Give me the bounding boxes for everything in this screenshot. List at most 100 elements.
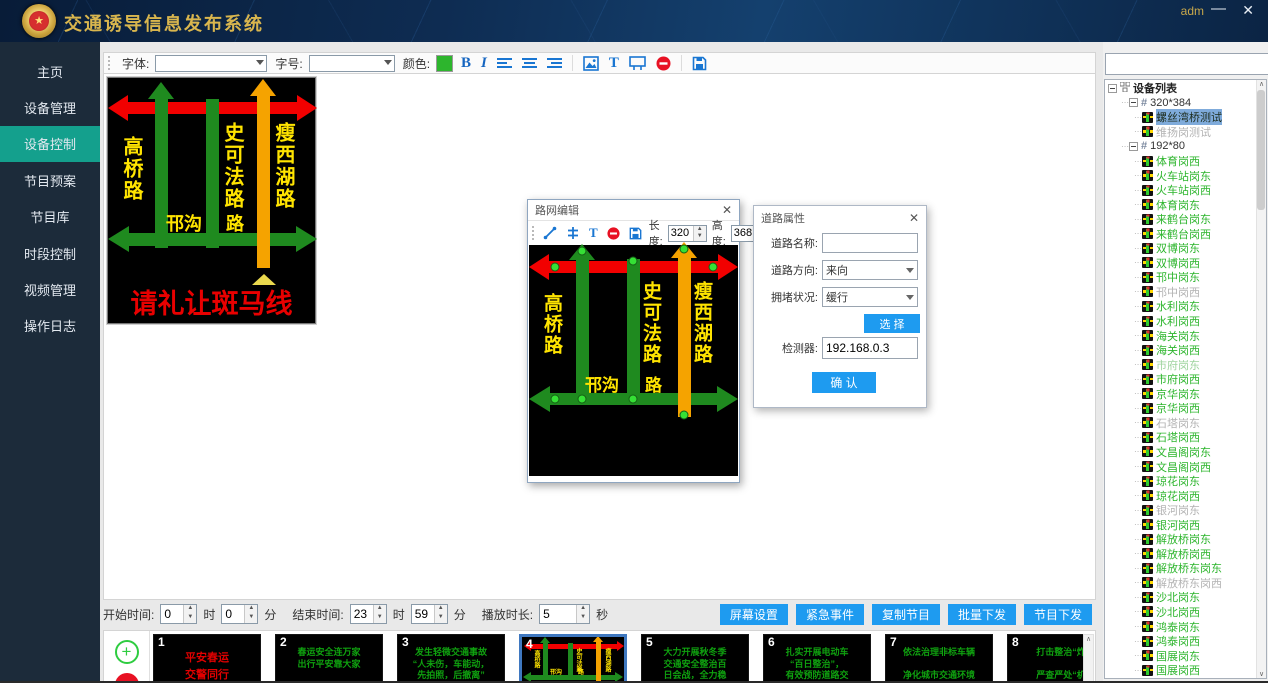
tree-leaf-row[interactable]: ⋯鸿泰岗东 bbox=[1105, 619, 1257, 634]
tree-leaf-row[interactable]: ⋯国展岗西 bbox=[1105, 663, 1257, 678]
playlist-item[interactable]: 4 高桥路 史可法路 瘦西湖路 邗沟 路 请礼让斑马线 bbox=[519, 634, 627, 683]
collapse-icon[interactable] bbox=[1129, 142, 1138, 151]
tree-leaf-row[interactable]: ⋯文昌阁岗西 bbox=[1105, 459, 1257, 474]
tree-leaf-row[interactable]: ⋯来鹤台岗东 bbox=[1105, 212, 1257, 227]
tree-leaf-row[interactable]: ⋯解放桥岗西 bbox=[1105, 547, 1257, 562]
road-direction-select[interactable]: 来向 bbox=[822, 260, 918, 280]
scrollbar-thumb[interactable] bbox=[1257, 90, 1265, 210]
delete-button[interactable] bbox=[654, 54, 673, 72]
text-tool-button[interactable]: T bbox=[587, 224, 600, 242]
tree-leaf-row[interactable]: ⋯双博岗东 bbox=[1105, 241, 1257, 256]
tree-leaf-row[interactable]: ⋯京华岗东 bbox=[1105, 386, 1257, 401]
tree-leaf-row[interactable]: ⋯京华岗西 bbox=[1105, 401, 1257, 416]
minimize-button[interactable]: — bbox=[1211, 0, 1226, 17]
tree-leaf-row[interactable]: ⋯文昌阁岗东 bbox=[1105, 445, 1257, 460]
start-minute-input[interactable] bbox=[222, 605, 244, 623]
tree-leaf-row[interactable]: ⋯水利岗东 bbox=[1105, 299, 1257, 314]
align-left-button[interactable] bbox=[495, 54, 514, 72]
end-hour-input[interactable] bbox=[351, 605, 373, 623]
confirm-button[interactable]: 确 认 bbox=[812, 372, 876, 393]
save-button[interactable] bbox=[627, 224, 644, 242]
align-center-button[interactable] bbox=[520, 54, 539, 72]
edit-handle[interactable] bbox=[680, 411, 689, 420]
playlist-item[interactable]: 3发生轻微交通事故 “人未伤，车能动， 先拍照，后撤离” bbox=[397, 634, 505, 683]
green-road-middle[interactable] bbox=[627, 259, 640, 399]
length-spinner[interactable]: ▲▼ bbox=[668, 225, 707, 242]
tree-leaf-row[interactable]: ⋯邗中岗西 bbox=[1105, 285, 1257, 300]
tree-leaf-row[interactable]: ⋯银河岗东 bbox=[1105, 503, 1257, 518]
tree-leaf-row[interactable]: ⋯琼花岗东 bbox=[1105, 474, 1257, 489]
tree-leaf-row[interactable]: ⋯解放桥东岗东 bbox=[1105, 561, 1257, 576]
tree-leaf-row[interactable]: ⋯海关岗东 bbox=[1105, 328, 1257, 343]
playlist-item[interactable]: 1平安春运 交警同行 bbox=[153, 634, 261, 683]
tree-leaf-row[interactable]: ⋯水利岗西 bbox=[1105, 314, 1257, 329]
playlist-vertical-scrollbar[interactable]: ∧ ∨ bbox=[1083, 634, 1094, 683]
tree-root-row[interactable]: 设备列表 bbox=[1105, 81, 1257, 96]
tree-leaf-row[interactable]: ⋯市府岗东 bbox=[1105, 357, 1257, 372]
collapse-icon[interactable] bbox=[1108, 84, 1117, 93]
tree-group-row[interactable]: ⋯#192*80 bbox=[1105, 139, 1257, 154]
duration-spinner[interactable]: ▲▼ bbox=[539, 604, 590, 624]
playlist-item[interactable]: 2春运安全连万家 出行平安靠大家 bbox=[275, 634, 383, 683]
sidebar-item[interactable]: 主页 bbox=[0, 53, 100, 89]
add-program-button[interactable]: + bbox=[115, 640, 139, 664]
spinner-arrows[interactable]: ▲▼ bbox=[693, 226, 706, 241]
tree-leaf-row[interactable]: ⋯体育岗东 bbox=[1105, 197, 1257, 212]
schedule-action-button[interactable]: 节目下发 bbox=[1024, 604, 1092, 625]
spinner-arrows[interactable]: ▲▼ bbox=[434, 605, 447, 623]
edit-handle[interactable] bbox=[578, 395, 587, 404]
tree-leaf-row[interactable]: ⋯沙北岗东 bbox=[1105, 590, 1257, 605]
close-icon[interactable]: ✕ bbox=[909, 211, 919, 225]
collapse-icon[interactable] bbox=[1129, 98, 1138, 107]
road-label-right[interactable]: 瘦西湖路 bbox=[692, 281, 711, 365]
scroll-up-icon[interactable]: ∧ bbox=[1259, 80, 1264, 88]
delete-button[interactable] bbox=[605, 224, 622, 242]
tree-leaf-row[interactable]: ⋯国展岗东 bbox=[1105, 648, 1257, 663]
tree-leaf-row[interactable]: ⋯鸿泰岗西 bbox=[1105, 634, 1257, 649]
search-input[interactable] bbox=[1105, 53, 1268, 75]
spinner-arrows[interactable]: ▲▼ bbox=[576, 605, 589, 623]
tree-leaf-row[interactable]: ⋯石塔岗西 bbox=[1105, 430, 1257, 445]
tree-leaf-row[interactable]: ⋯邗中岗东 bbox=[1105, 270, 1257, 285]
sidebar-item[interactable]: 操作日志 bbox=[0, 308, 100, 344]
road-node-button[interactable] bbox=[564, 224, 582, 242]
led-panel-button[interactable] bbox=[627, 54, 648, 72]
font-dropdown[interactable] bbox=[155, 55, 267, 72]
spinner-arrows[interactable]: ▲▼ bbox=[183, 605, 196, 623]
sidebar-item[interactable]: 视频管理 bbox=[0, 271, 100, 307]
tree-leaf-row[interactable]: ⋯市府岗西 bbox=[1105, 372, 1257, 387]
tree-leaf-row[interactable]: ⋯解放桥岗东 bbox=[1105, 532, 1257, 547]
tree-leaf-row[interactable]: ⋯沙北岗西 bbox=[1105, 605, 1257, 620]
dialog-titlebar[interactable]: 路网编辑 ✕ bbox=[528, 200, 739, 220]
remove-program-button[interactable]: − bbox=[115, 673, 139, 683]
road-name-field[interactable] bbox=[822, 233, 918, 253]
start-hour-spinner[interactable]: ▲▼ bbox=[160, 604, 197, 624]
length-input[interactable] bbox=[669, 226, 693, 241]
logged-in-user[interactable]: adm bbox=[1181, 4, 1204, 18]
schedule-action-button[interactable]: 批量下发 bbox=[948, 604, 1016, 625]
end-minute-spinner[interactable]: ▲▼ bbox=[411, 604, 448, 624]
tree-leaf-row[interactable]: ⋯维扬岗测试 bbox=[1105, 125, 1257, 140]
orange-road-right[interactable] bbox=[678, 257, 691, 417]
draw-road-button[interactable] bbox=[541, 224, 559, 242]
end-hour-spinner[interactable]: ▲▼ bbox=[350, 604, 387, 624]
edit-handle[interactable] bbox=[629, 395, 638, 404]
tree-leaf-row[interactable]: ⋯海关岗西 bbox=[1105, 343, 1257, 358]
sidebar-item[interactable]: 时段控制 bbox=[0, 235, 100, 271]
bold-button[interactable]: B bbox=[459, 54, 473, 72]
end-minute-input[interactable] bbox=[412, 605, 434, 623]
sidebar-item[interactable]: 设备控制 bbox=[0, 126, 100, 162]
road-label-middle[interactable]: 史可法路 bbox=[641, 281, 660, 365]
close-icon[interactable]: ✕ bbox=[722, 203, 732, 217]
road-label-left[interactable]: 高桥路 bbox=[542, 293, 561, 356]
align-right-button[interactable] bbox=[545, 54, 564, 72]
spinner-arrows[interactable]: ▲▼ bbox=[373, 605, 386, 623]
tree-leaf-row[interactable]: ⋯银河岗西 bbox=[1105, 517, 1257, 532]
tree-leaf-row[interactable]: ⋯石塔岗东 bbox=[1105, 416, 1257, 431]
close-button[interactable]: ✕ bbox=[1242, 2, 1254, 19]
schedule-action-button[interactable]: 紧急事件 bbox=[796, 604, 864, 625]
tree-leaf-row[interactable]: ⋯双博岗西 bbox=[1105, 256, 1257, 271]
tree-leaf-row[interactable]: ⋯火车站岗西 bbox=[1105, 183, 1257, 198]
color-swatch[interactable] bbox=[436, 55, 453, 72]
edit-handle[interactable] bbox=[578, 247, 587, 256]
